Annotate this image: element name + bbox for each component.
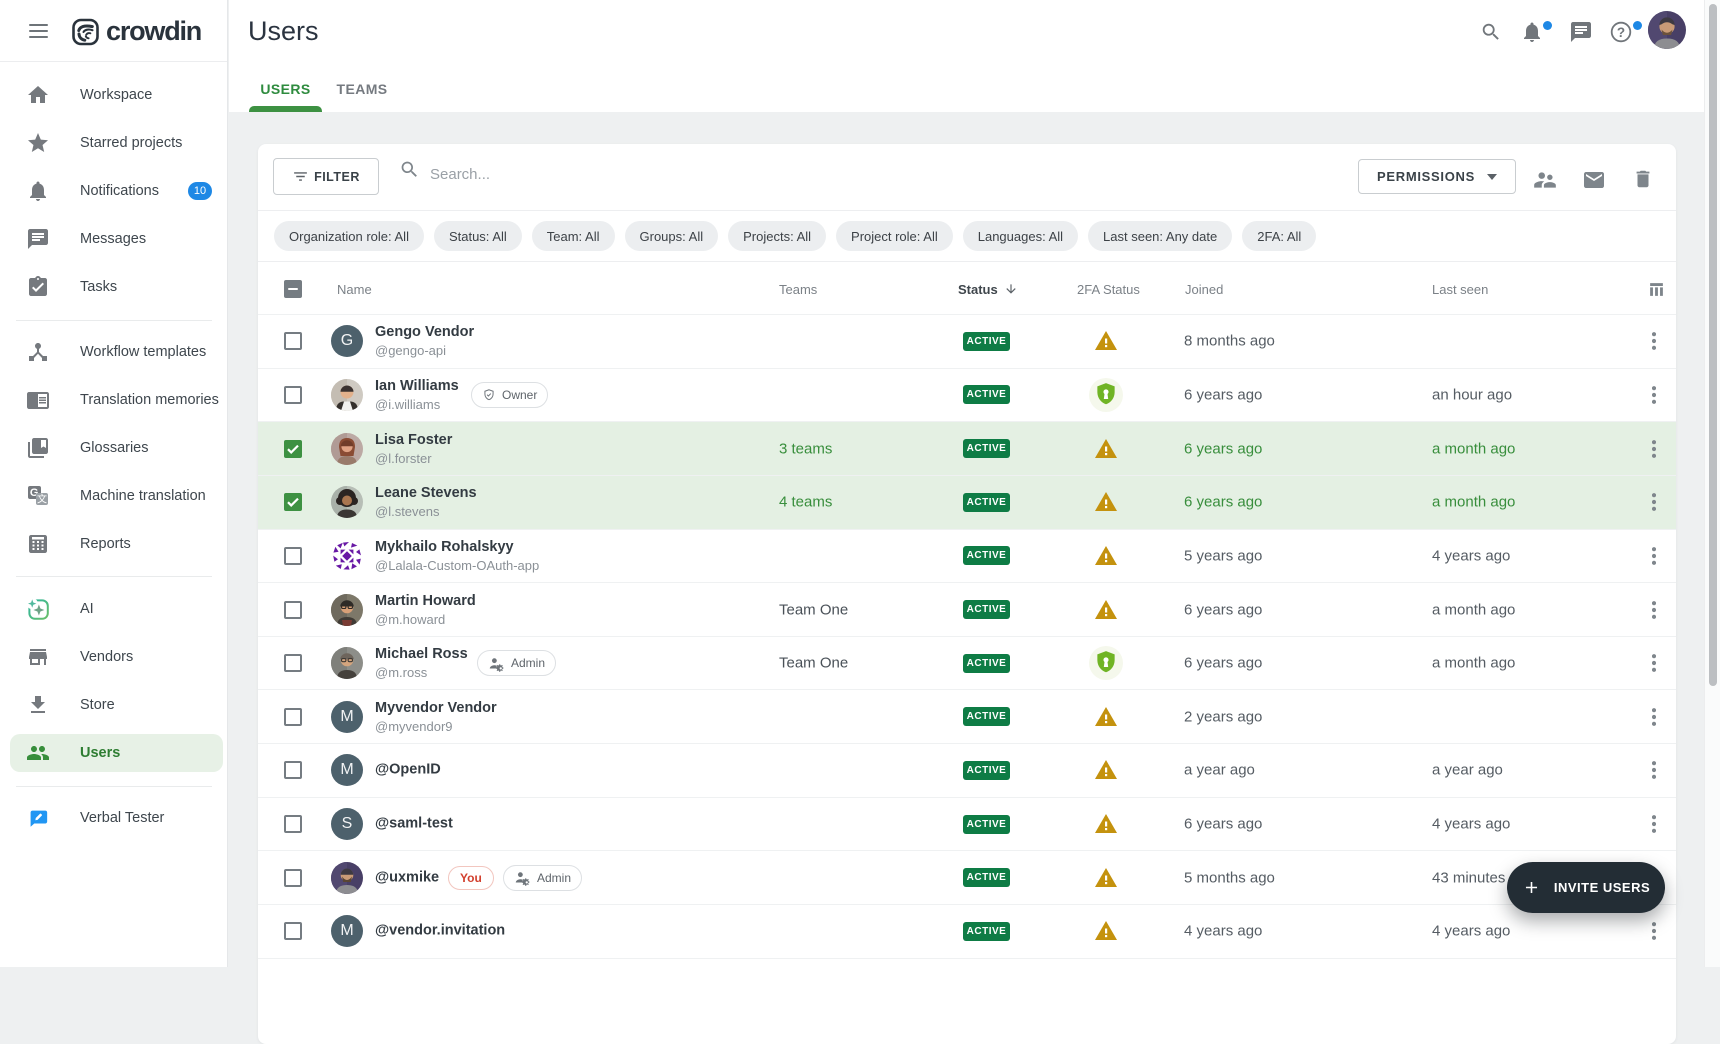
svg-text:文: 文 (37, 493, 47, 506)
svg-text:?: ? (1617, 25, 1625, 40)
